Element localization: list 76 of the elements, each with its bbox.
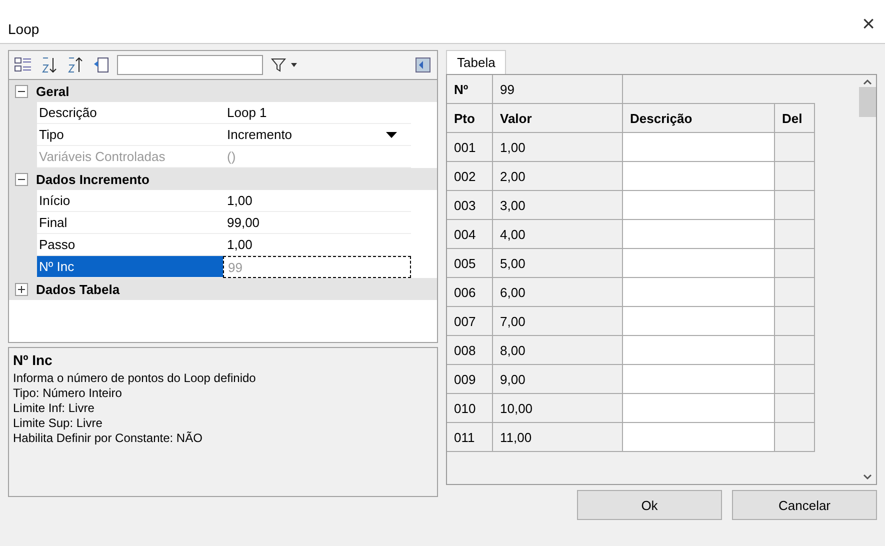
description-input[interactable] <box>623 162 775 191</box>
description-input[interactable] <box>623 394 775 423</box>
description-input[interactable] <box>623 365 775 394</box>
category-label: Dados Tabela <box>36 282 120 296</box>
collapse-toggle[interactable] <box>15 172 28 186</box>
sort-ascending-icon[interactable] <box>39 55 59 75</box>
table-cell: Nº <box>447 75 493 104</box>
description-input[interactable] <box>623 307 775 336</box>
description-input[interactable] <box>623 336 775 365</box>
plus-icon <box>17 284 26 294</box>
delete-cell[interactable] <box>775 307 815 336</box>
description-input[interactable] <box>623 191 775 220</box>
description-input[interactable] <box>623 220 775 249</box>
column-header: Descrição <box>623 104 775 133</box>
table-cell: 011 <box>447 423 493 452</box>
description-input[interactable] <box>623 423 775 452</box>
category-label: Dados Incremento <box>36 172 150 186</box>
description-input[interactable] <box>623 278 775 307</box>
collapse-toggle[interactable] <box>15 84 28 98</box>
help-text: Tipo: Número Inteiro <box>13 386 123 401</box>
table-cell: 007 <box>447 307 493 336</box>
expand-toggle[interactable] <box>15 282 28 296</box>
help-text: Limite Sup: Livre <box>13 416 104 431</box>
help-title: Nº Inc <box>13 352 54 368</box>
table-cell: 005 <box>447 249 493 278</box>
table-cell: 99 <box>493 75 623 104</box>
table-cell: 003 <box>447 191 493 220</box>
help-text: Informa o número de pontos do Loop definido <box>13 371 257 386</box>
scrollbar-thumb[interactable] <box>858 87 876 117</box>
scroll-down-icon[interactable] <box>862 474 872 480</box>
table-cell: 008 <box>447 336 493 365</box>
table-cell: 11,00 <box>493 423 623 452</box>
delete-cell[interactable] <box>775 278 815 307</box>
column-header: Del <box>775 104 815 133</box>
delete-cell[interactable] <box>775 133 815 162</box>
help-text: Habilita Definir por Constante: NÃO <box>13 431 204 446</box>
delete-cell[interactable] <box>775 423 815 452</box>
delete-cell[interactable] <box>775 162 815 191</box>
column-header: Valor <box>493 104 623 133</box>
table-cell: 002 <box>447 162 493 191</box>
table-cell: 2,00 <box>493 162 623 191</box>
table-cell: 8,00 <box>493 336 623 365</box>
dialog-button[interactable]: Cancelar <box>732 490 877 520</box>
table-cell: 4,00 <box>493 220 623 249</box>
table-cell: 7,00 <box>493 307 623 336</box>
sort-descending-icon[interactable] <box>65 55 85 75</box>
close-button[interactable]: × <box>856 11 881 37</box>
table-cell: 009 <box>447 365 493 394</box>
tab[interactable]: Tabela <box>446 50 506 74</box>
dropdown-caret-icon[interactable] <box>386 132 397 138</box>
back-icon[interactable] <box>413 55 433 75</box>
table-cell: 1,00 <box>493 133 623 162</box>
table-cell: 004 <box>447 220 493 249</box>
table-cell: 10,00 <box>493 394 623 423</box>
scroll-up-icon[interactable] <box>862 79 872 85</box>
delete-cell[interactable] <box>775 220 815 249</box>
table-cell: 5,00 <box>493 249 623 278</box>
table-cell: 3,00 <box>493 191 623 220</box>
delete-cell[interactable] <box>775 394 815 423</box>
table-cell: 006 <box>447 278 493 307</box>
table-cell: 9,00 <box>493 365 623 394</box>
description-input[interactable] <box>623 133 775 162</box>
description-input[interactable] <box>623 249 775 278</box>
table-cell: 6,00 <box>493 278 623 307</box>
dialog-button[interactable]: Ok <box>577 490 722 520</box>
help-text: Limite Inf: Livre <box>13 401 96 416</box>
search-field[interactable] <box>117 55 263 75</box>
delete-cell[interactable] <box>775 365 815 394</box>
delete-cell[interactable] <box>775 336 815 365</box>
window-title: Loop <box>8 21 40 37</box>
table-cell: 001 <box>447 133 493 162</box>
delete-cell[interactable] <box>775 249 815 278</box>
delete-cell[interactable] <box>775 191 815 220</box>
table-cell: 010 <box>447 394 493 423</box>
column-header: Pto <box>447 104 493 133</box>
category-label: Geral <box>36 84 70 98</box>
